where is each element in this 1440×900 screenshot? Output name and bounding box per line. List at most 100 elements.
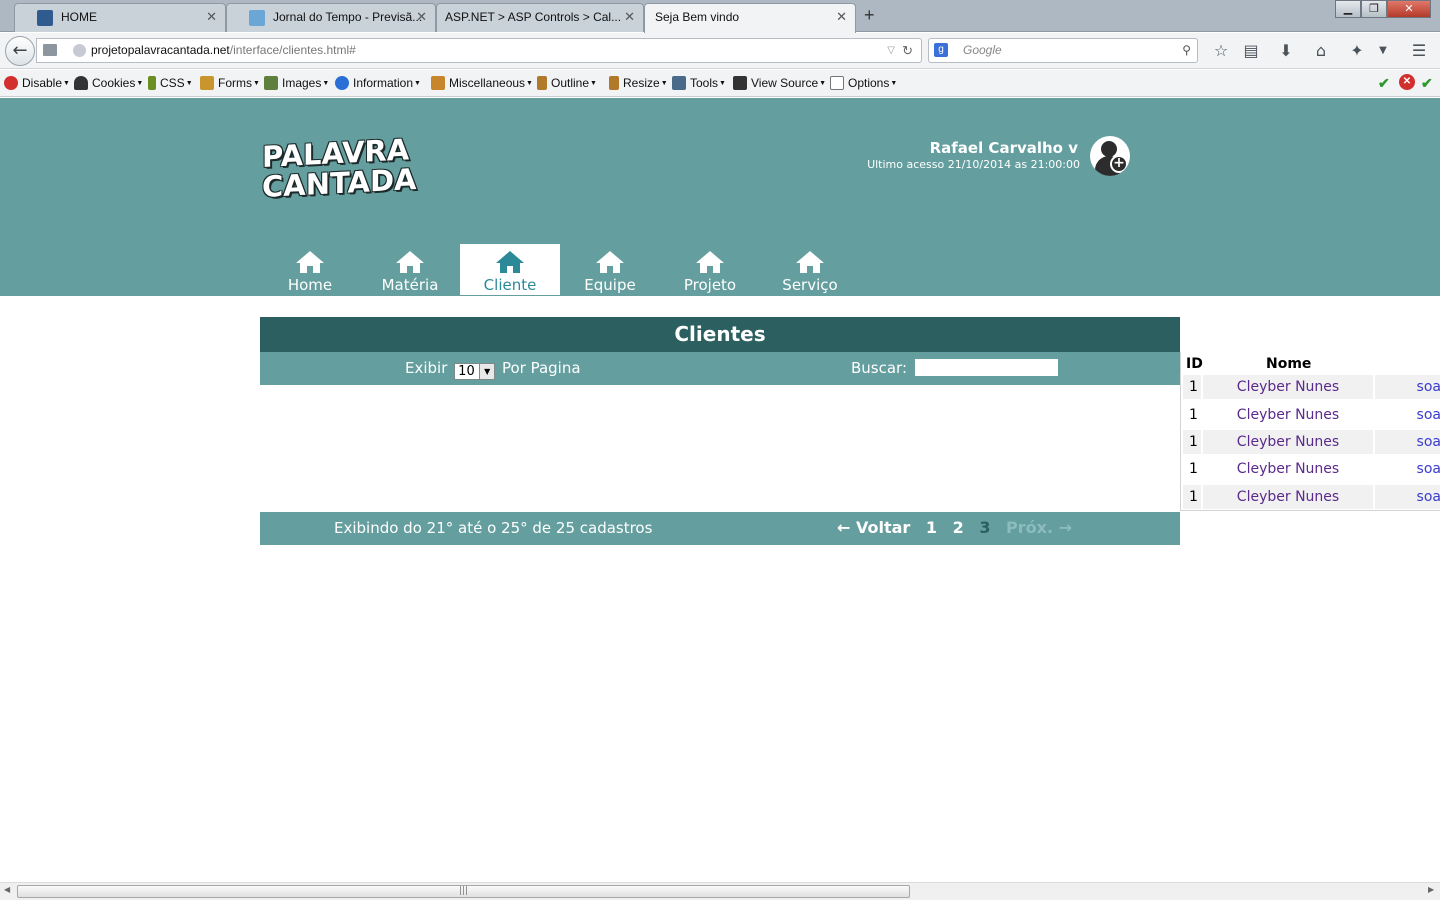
menu-item-projeto[interactable]: Projeto — [660, 244, 760, 295]
search-control: Buscar: — [851, 359, 1058, 377]
menu-item-servico[interactable]: Serviço — [760, 244, 860, 295]
tab-close-icon[interactable]: ✕ — [206, 4, 217, 30]
tools-icon — [672, 76, 686, 90]
cookies-icon — [74, 76, 88, 90]
tab-title: HOME — [61, 10, 97, 24]
chevron-down-icon[interactable]: ▼ — [479, 364, 495, 379]
table-row: 1 Cleyber Nunes soa — [1181, 484, 1440, 510]
toolbar-label: Options — [848, 76, 890, 90]
google-engine-icon[interactable]: g — [934, 43, 948, 57]
toolbar-view-source[interactable]: View Source▼ — [733, 75, 826, 92]
resize-icon — [609, 76, 619, 90]
site-identity-icon[interactable] — [73, 44, 86, 57]
search-field[interactable] — [914, 359, 1058, 376]
cell-extra-link[interactable]: soa — [1375, 457, 1440, 481]
js-valid-check-icon[interactable]: ✔ — [1421, 75, 1433, 92]
site-logo[interactable]: PALAVRA CANTADA — [262, 132, 417, 205]
cell-extra-link[interactable]: soa — [1375, 430, 1440, 454]
menu-item-materia[interactable]: Matéria — [360, 244, 460, 295]
address-bar[interactable]: projetopalavracantada.net/interface/clie… — [36, 38, 922, 63]
chevron-down-icon[interactable]: ▼ — [1372, 40, 1394, 62]
error-icon[interactable]: ✕ — [1399, 74, 1415, 90]
page-link-1[interactable]: 1 — [926, 518, 937, 537]
toolbar-miscellaneous[interactable]: Miscellaneous▼ — [431, 75, 533, 92]
outline-icon — [537, 76, 547, 90]
menu-icon[interactable]: ☰ — [1408, 40, 1430, 62]
tab-home[interactable]: HOME ✕ — [14, 3, 226, 32]
page-link-2[interactable]: 2 — [953, 518, 964, 537]
per-page-select[interactable]: 10 ▼ — [454, 363, 496, 380]
toolbar-options[interactable]: Options▼ — [830, 75, 897, 92]
reload-icon[interactable]: ↻ — [902, 39, 913, 62]
house-icon — [796, 251, 824, 273]
house-icon — [596, 251, 624, 273]
toolbar-label: View Source — [751, 76, 819, 90]
history-dropdown-icon[interactable]: ▽ — [887, 39, 895, 62]
downloads-icon[interactable]: ⬇ — [1275, 40, 1297, 62]
tab-jornal-do-tempo[interactable]: Jornal do Tempo - Previsã... ✕ — [226, 3, 436, 32]
search-icon[interactable]: ⚲ — [1182, 39, 1191, 62]
minimize-button[interactable]: ▁ — [1335, 0, 1361, 18]
toolbar-images[interactable]: Images▼ — [264, 75, 329, 92]
cell-extra-link[interactable]: soa — [1375, 485, 1440, 509]
search-input[interactable]: g Google ⚲ — [928, 38, 1198, 63]
cell-id: 1 — [1189, 407, 1198, 423]
column-header-id[interactable]: ID — [1186, 356, 1203, 372]
toolbar-css[interactable]: CSS▼ — [148, 75, 193, 92]
cell-name-link[interactable]: Cleyber Nunes — [1203, 375, 1373, 399]
user-menu-toggle[interactable]: Rafael Carvalho v — [930, 139, 1078, 157]
cell-name-link[interactable]: Cleyber Nunes — [1203, 403, 1373, 427]
toolbar-tools[interactable]: Tools▼ — [672, 75, 726, 92]
maximize-button[interactable]: ❐ — [1361, 0, 1387, 18]
menu-item-equipe[interactable]: Equipe — [560, 244, 660, 295]
css-valid-check-icon[interactable]: ✔ — [1378, 75, 1390, 92]
view-source-icon — [733, 76, 747, 90]
toolbar-outline[interactable]: Outline▼ — [537, 75, 597, 92]
per-page-label: Por Pagina — [501, 359, 581, 377]
browser-nav-bar: ← projetopalavracantada.net/interface/cl… — [0, 33, 1440, 69]
page-link-current: 3 — [979, 518, 991, 537]
add-user-icon: + — [1110, 155, 1128, 173]
menu-item-home[interactable]: Home — [260, 244, 360, 295]
scrollbar-thumb[interactable]: ||| — [17, 885, 910, 898]
avatar[interactable]: + — [1090, 136, 1130, 176]
cell-name-link[interactable]: Cleyber Nunes — [1203, 430, 1373, 454]
new-tab-button[interactable]: + — [864, 5, 875, 26]
prev-page-link[interactable]: ← Voltar — [837, 518, 910, 537]
scroll-right-icon[interactable]: ▶ — [1428, 885, 1434, 894]
toolbar-disable[interactable]: Disable▼ — [4, 75, 70, 92]
search-placeholder: Google — [963, 43, 1002, 57]
toolbar-forms[interactable]: Forms▼ — [200, 75, 260, 92]
reading-list-icon[interactable]: ▤ — [1240, 40, 1262, 62]
tab-close-icon[interactable]: ✕ — [836, 4, 847, 30]
tab-close-icon[interactable]: ✕ — [624, 4, 635, 30]
toolbar-resize[interactable]: Resize▼ — [609, 75, 668, 92]
toolbar-label: Cookies — [92, 76, 136, 90]
tab-asp-net[interactable]: ASP.NET > ASP Controls > Cal... ✕ — [436, 3, 644, 32]
cell-extra-link[interactable]: soa — [1375, 375, 1440, 399]
tab-seja-bem-vindo[interactable]: Seja Bem vindo ✕ — [644, 3, 856, 33]
cell-name-link[interactable]: Cleyber Nunes — [1203, 457, 1373, 481]
toolbar-information[interactable]: Information▼ — [335, 75, 421, 92]
tab-groups-icon[interactable] — [43, 44, 57, 56]
last-access-text: Ultimo acesso 21/10/2014 as 21:00:00 — [867, 158, 1080, 171]
miscellaneous-icon — [431, 76, 445, 90]
web-developer-toolbar: Disable▼ Cookies▼ CSS▼ Forms▼ Images▼ In… — [0, 70, 1440, 97]
cell-extra-link[interactable]: soa — [1375, 403, 1440, 427]
logo-line-2: CANTADA — [262, 161, 417, 205]
toolbar-label: Images — [282, 76, 322, 90]
bookmark-star-icon[interactable]: ☆ — [1210, 40, 1232, 62]
column-header-nome[interactable]: Nome — [1266, 356, 1311, 372]
cell-id: 1 — [1183, 375, 1201, 399]
close-window-button[interactable]: ✕ — [1387, 0, 1431, 18]
back-button[interactable]: ← — [5, 36, 35, 66]
toolbar-cookies[interactable]: Cookies▼ — [74, 75, 143, 92]
cell-name-link[interactable]: Cleyber Nunes — [1203, 485, 1373, 509]
home-icon[interactable]: ⌂ — [1310, 40, 1332, 62]
scroll-left-icon[interactable]: ◀ — [4, 885, 10, 894]
tab-close-icon[interactable]: ✕ — [416, 4, 427, 30]
addon-icon[interactable]: ✦ — [1346, 40, 1368, 62]
table-row: 1 Cleyber Nunes soa — [1181, 429, 1440, 455]
menu-item-cliente[interactable]: Cliente — [460, 244, 560, 295]
horizontal-scrollbar[interactable]: ◀ ||| ▶ — [0, 882, 1440, 900]
